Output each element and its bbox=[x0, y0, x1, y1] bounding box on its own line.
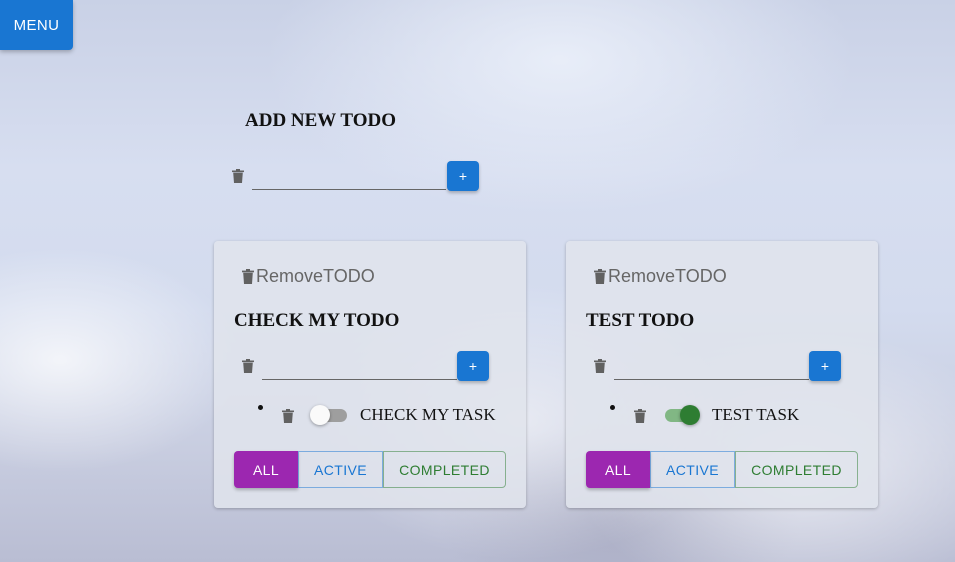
task-label: TEST TASK bbox=[712, 405, 800, 424]
filter-active-button[interactable]: ACTIVE bbox=[298, 451, 383, 488]
todo-card: RemoveTODO TEST TODO + TEST TASK ALL ACT… bbox=[566, 241, 878, 508]
filter-all-button[interactable]: ALL bbox=[234, 451, 298, 488]
add-task-button[interactable]: + bbox=[809, 351, 841, 381]
filter-button-group: ALL ACTIVE COMPLETED bbox=[234, 451, 506, 488]
remove-todo-button[interactable]: RemoveTODO bbox=[594, 266, 727, 286]
filter-active-button[interactable]: ACTIVE bbox=[650, 451, 735, 488]
todo-card: RemoveTODO CHECK MY TODO + CHECK MY TASK… bbox=[214, 241, 526, 508]
trash-icon[interactable] bbox=[594, 359, 606, 373]
filter-completed-button[interactable]: COMPLETED bbox=[735, 451, 858, 488]
trash-icon[interactable] bbox=[282, 409, 294, 423]
task-done-toggle[interactable] bbox=[662, 404, 700, 426]
list-bullet bbox=[258, 405, 263, 410]
task-label: CHECK MY TASK bbox=[360, 405, 496, 424]
filter-button-group: ALL ACTIVE COMPLETED bbox=[586, 451, 858, 488]
toggle-thumb bbox=[310, 405, 330, 425]
todo-title: TEST TODO bbox=[586, 310, 695, 331]
trash-icon[interactable] bbox=[242, 359, 254, 373]
new-todo-input[interactable] bbox=[252, 163, 446, 190]
remove-todo-button[interactable]: RemoveTODO bbox=[242, 266, 375, 286]
task-input[interactable] bbox=[262, 353, 457, 380]
filter-all-button[interactable]: ALL bbox=[586, 451, 650, 488]
trash-icon bbox=[242, 268, 254, 284]
remove-todo-label: RemoveTODO bbox=[608, 265, 727, 286]
toggle-thumb bbox=[680, 405, 700, 425]
add-task-button[interactable]: + bbox=[457, 351, 489, 381]
trash-icon[interactable] bbox=[634, 409, 646, 423]
task-done-toggle[interactable] bbox=[310, 404, 348, 426]
trash-icon[interactable] bbox=[232, 169, 244, 183]
menu-button[interactable]: MENU bbox=[0, 0, 73, 50]
list-bullet bbox=[610, 405, 615, 410]
add-todo-heading: ADD NEW TODO bbox=[245, 110, 396, 131]
todo-title: CHECK MY TODO bbox=[234, 310, 400, 331]
trash-icon bbox=[594, 268, 606, 284]
add-todo-button[interactable]: + bbox=[447, 161, 479, 191]
task-input[interactable] bbox=[614, 353, 809, 380]
remove-todo-label: RemoveTODO bbox=[256, 265, 375, 286]
filter-completed-button[interactable]: COMPLETED bbox=[383, 451, 506, 488]
